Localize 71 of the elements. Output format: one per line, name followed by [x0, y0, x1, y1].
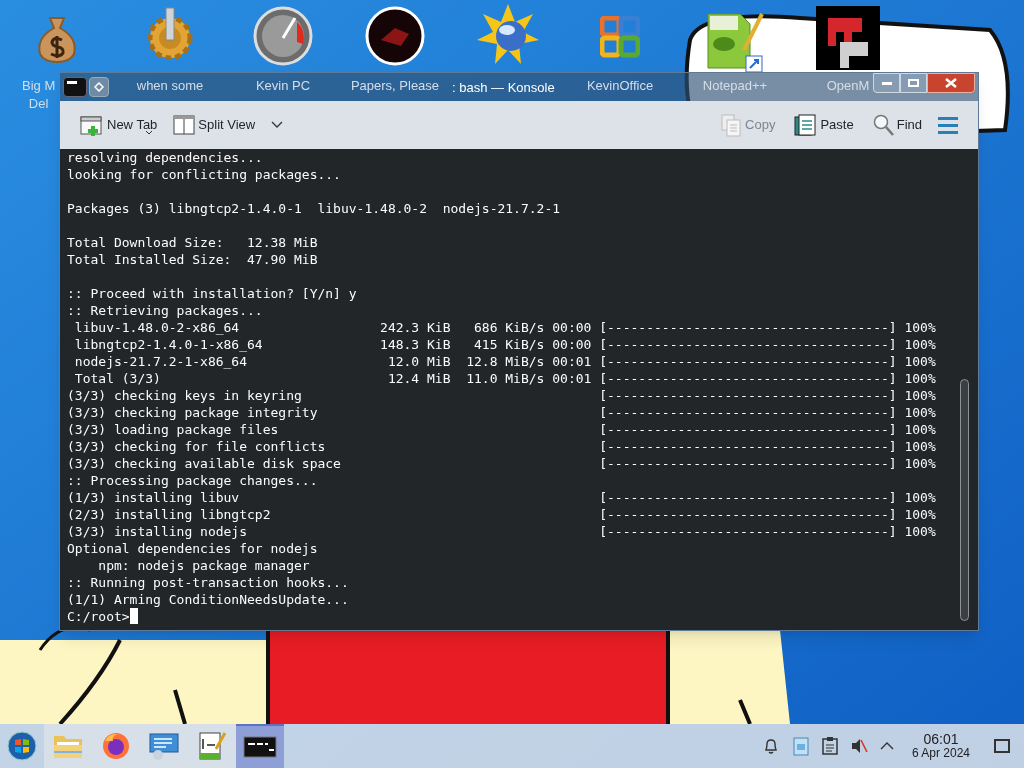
maximize-button[interactable]: [900, 73, 927, 93]
terminal-icon: [243, 736, 277, 758]
icon-label: Notepad++: [702, 77, 768, 95]
copy-icon: [720, 113, 743, 137]
clipboard-icon[interactable]: [821, 737, 838, 755]
gauge-icon[interactable]: [253, 6, 313, 66]
terminal-line: npm: nodejs package manager: [97, 557, 310, 574]
terminal-line: (3/3) checking keys in keyring [------------------------------------] 100%: [67, 387, 936, 404]
clipboard-icon[interactable]: [791, 736, 810, 756]
terminal-pane[interactable]: [60, 149, 978, 630]
diamond-icon: [94, 82, 104, 92]
terminal-line: :: Proceed with installation? [Y/n] y: [67, 285, 357, 302]
close-button[interactable]: [927, 73, 975, 93]
terminal-line: (3/3) installing nodejs [------------------------------------] 100%: [67, 523, 936, 540]
chevron-icon: [271, 121, 284, 129]
terminal-line: (2/3) installing libngtcp2 [------------------------------------] 100%: [67, 506, 936, 523]
toolbar-button[interactable]: Paste: [789, 109, 858, 141]
find-icon: [871, 113, 894, 137]
new-tab-icon: [80, 114, 104, 136]
disc-icon[interactable]: [365, 6, 425, 66]
notepad-icon: [198, 731, 226, 761]
close-icon: [945, 78, 957, 88]
icon-label: Papers, Please: [350, 77, 440, 95]
terminal-line: :: Retrieving packages...: [67, 302, 263, 319]
terminal-line: Total Download Size: 12.38 MiB: [67, 234, 318, 251]
clock-date[interactable]: 6 Apr 2024: [911, 746, 970, 760]
terminal-icon[interactable]: [63, 77, 87, 97]
shell-prompt: C:/root>: [67, 608, 130, 625]
terminal-line: (3/3) checking available disk space [------------------------------------] 100%: [67, 455, 936, 472]
terminal-line: Total Installed Size: 47.90 MiB: [67, 251, 318, 268]
toolbar-button[interactable]: Split View: [169, 109, 260, 141]
toolbar-button[interactable]: New Tab: [76, 109, 162, 141]
icon-label: when some: [136, 77, 204, 95]
terminal-line: (3/3) checking for file conflicts [------------------------------------] 100%: [67, 438, 936, 455]
icon-label: Big M: [22, 77, 56, 95]
chevron-up-icon[interactable]: [879, 741, 894, 751]
firefox-icon: [101, 731, 131, 761]
split-view-icon: [173, 115, 196, 135]
scrollbar-thumb[interactable]: [960, 379, 969, 621]
icon-label: Kevin PC: [255, 77, 311, 95]
caret-icon: [146, 131, 152, 135]
terminal-line: (1/3) installing libuv [------------------------------------] 100%: [67, 489, 936, 506]
terminal-line: (3/3) checking package integrity [------------------------------------] 100%: [67, 404, 936, 421]
window-title: : bash — Konsole: [452, 79, 555, 97]
terminal-line: Total (3/3) 12.4 MiB 11.0 MiB/s 00:01 [------------------------------------] 100%: [73, 370, 936, 387]
paste-icon: [793, 113, 818, 137]
taskbar-button[interactable]: [236, 724, 284, 768]
monitor-icon: [148, 731, 180, 761]
muted-speaker-icon[interactable]: [849, 737, 868, 755]
icon-label: KevinOffice: [586, 77, 654, 95]
terminal-line: :: Processing package changes...: [67, 472, 318, 489]
notepad-icon[interactable]: [704, 10, 766, 72]
terminal-line: :: Running post-transaction hooks...: [67, 574, 349, 591]
terminal-line: resolving dependencies...: [67, 149, 263, 166]
terminal-line: (1/1) Arming ConditionNeedsUpdate...: [67, 591, 349, 608]
terminal-line: libuv-1.48.0-2-x86_64 242.3 KiB 686 KiB/s 00:00 [------------------------------------] 100%: [73, 319, 936, 336]
logo-icon[interactable]: [816, 6, 880, 70]
terminal-line: (3/3) loading package files [------------------------------------] 100%: [67, 421, 936, 438]
menu-button[interactable]: [89, 77, 109, 97]
terminal-line: nodejs-21.7.2-1-x86_64 12.0 MiB 12.8 MiB/s 00:01 [------------------------------------] 100%: [73, 353, 936, 370]
text-cursor: [129, 608, 138, 624]
terminal-line: libngtcp2-1.4.0-1-x86_64 148.3 KiB 415 KiB/s 00:00 [------------------------------------] 100%: [73, 336, 936, 353]
terminal-line: looking for conflicting packages...: [67, 166, 341, 183]
clock-time[interactable]: 06:01: [923, 732, 959, 746]
folder-icon: [53, 733, 83, 759]
icon-label: OpenM: [826, 77, 870, 95]
icon-label: Del: [28, 95, 49, 113]
toolbar-button[interactable]: Find: [867, 109, 926, 141]
terminal-line: Packages (3) libngtcp2-1.4.0-1 libuv-1.48.0-2 nodejs-21.7.2-1: [67, 200, 561, 217]
terminal-line: Optional dependencies for nodejs: [67, 540, 318, 557]
minimize-button[interactable]: [873, 73, 900, 93]
